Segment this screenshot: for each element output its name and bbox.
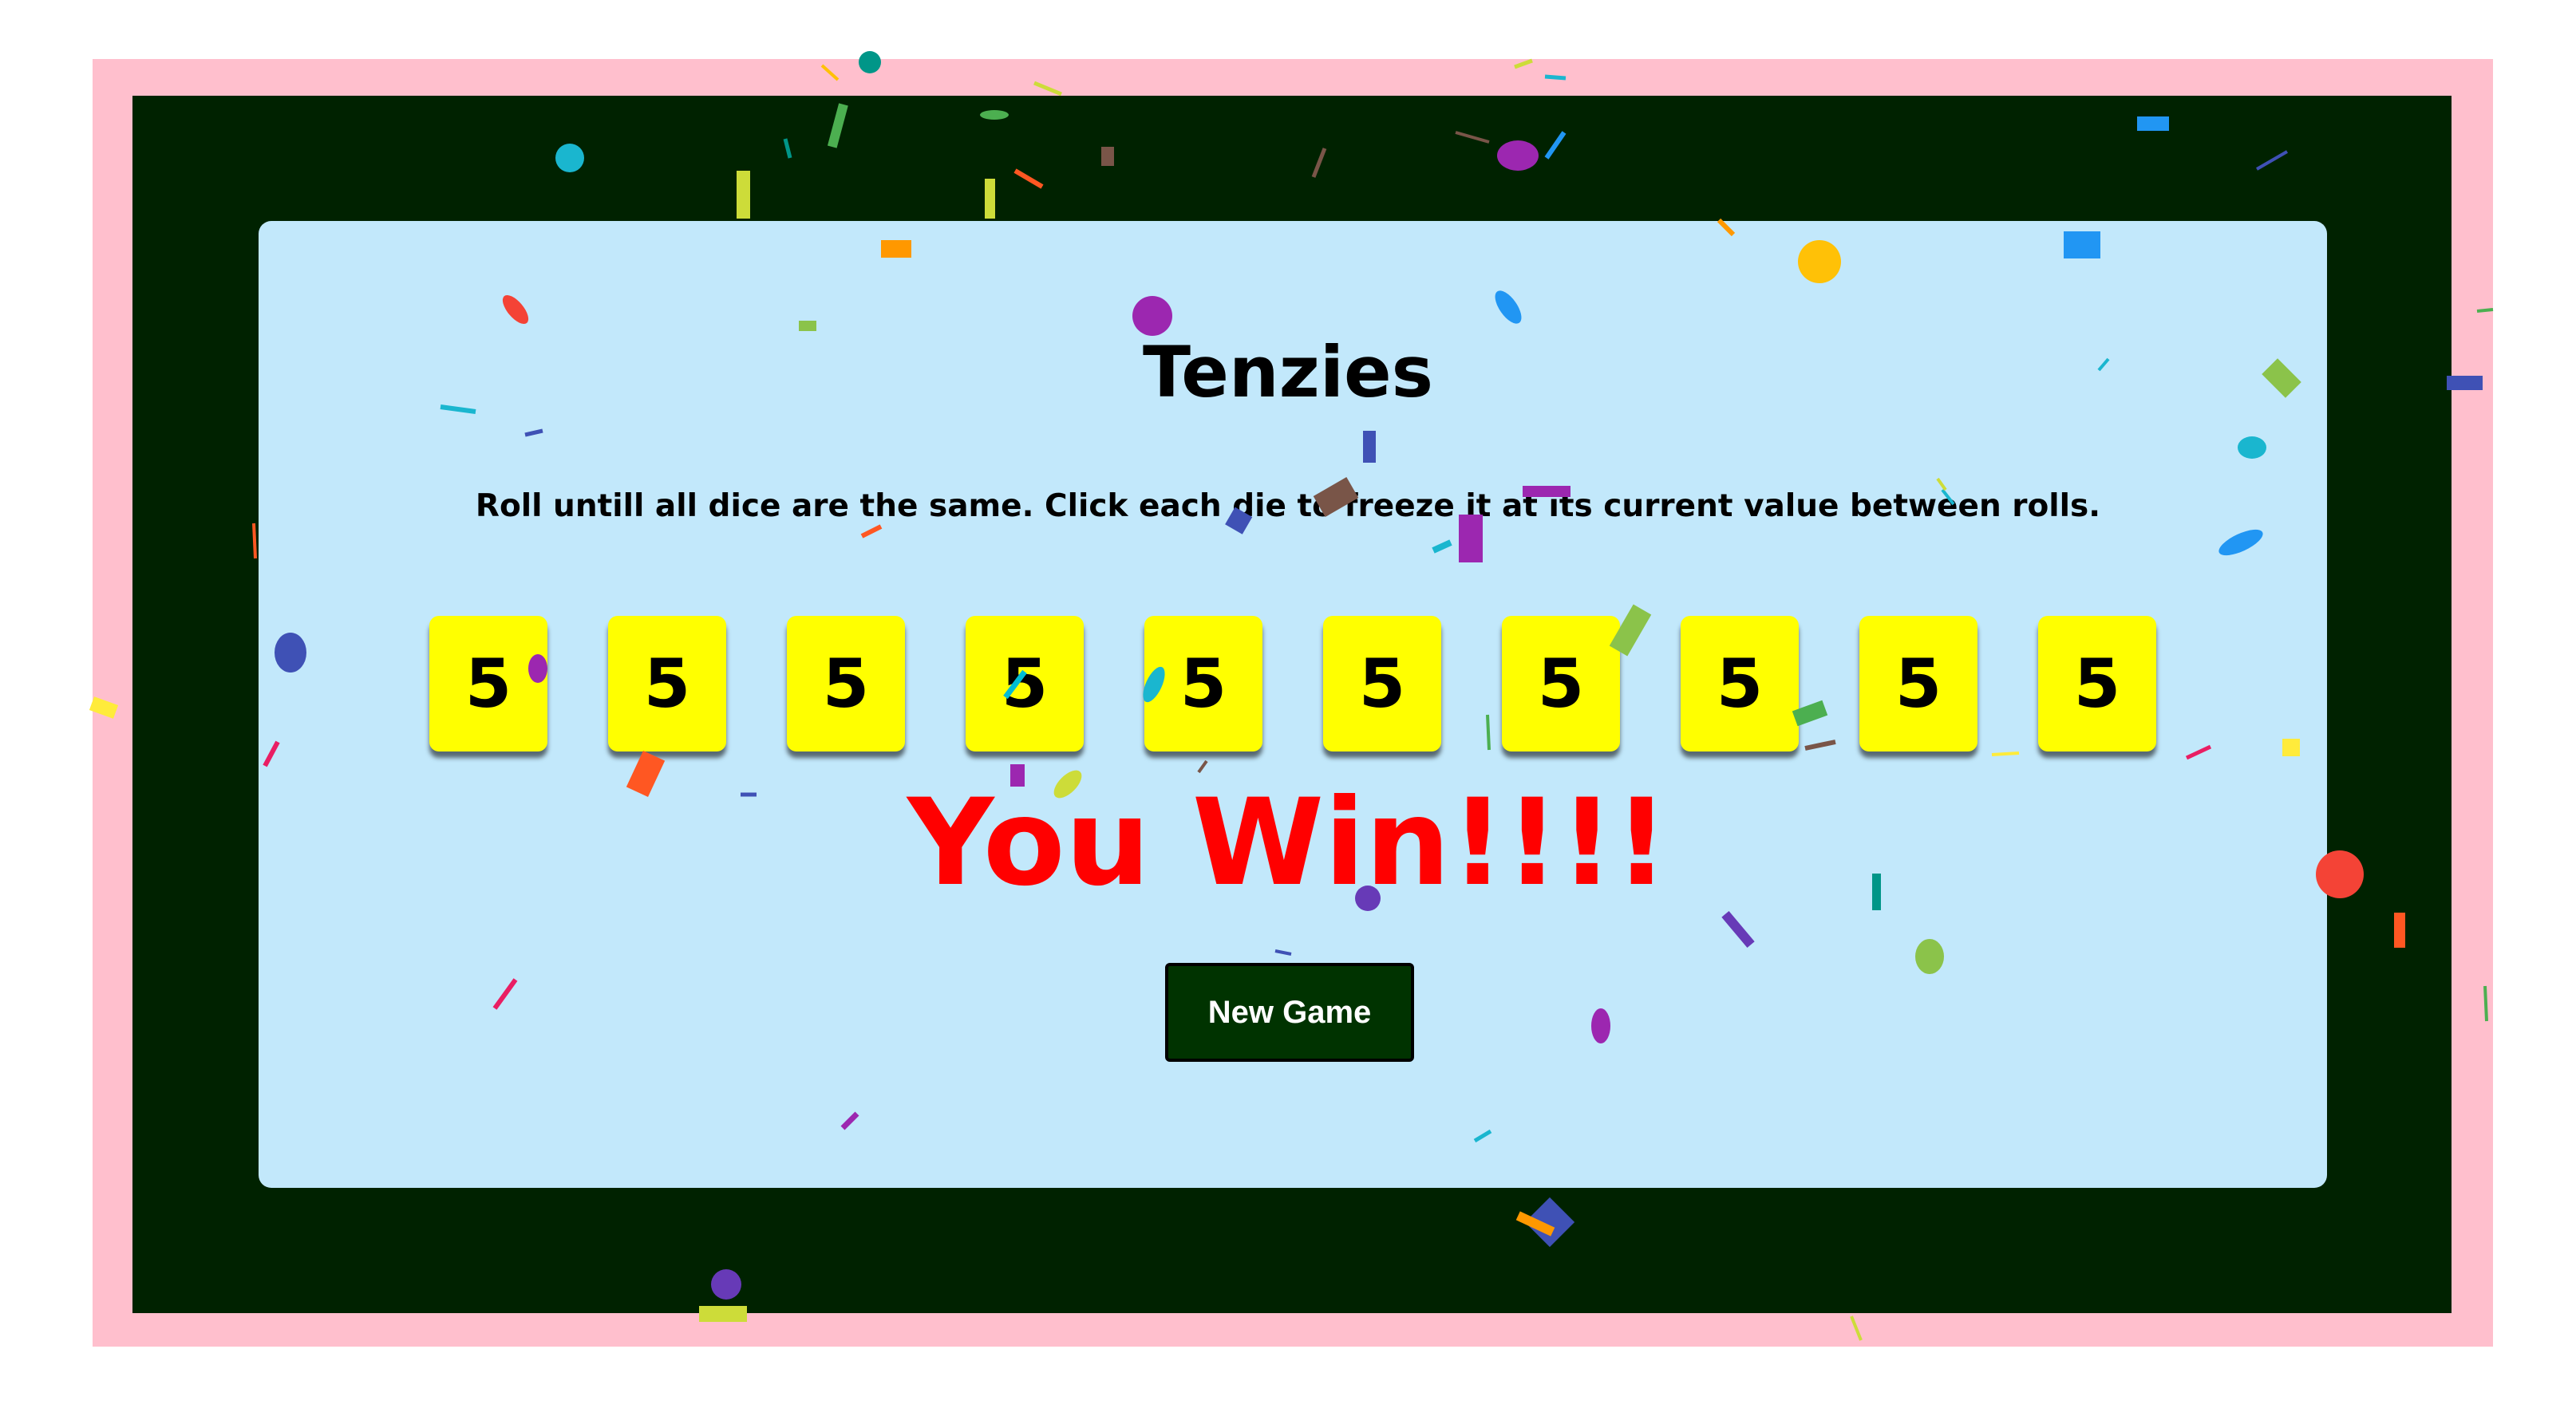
- die-7[interactable]: 5: [1502, 616, 1620, 751]
- game-stage: Tenzies Roll untill all dice are the sam…: [0, 0, 2576, 1424]
- game-title: Tenzies: [1142, 331, 1434, 413]
- die-9[interactable]: 5: [1859, 616, 1977, 751]
- win-message: You Win!!!!: [907, 774, 1669, 913]
- dice-row: 5 5 5 5 5 5 5 5 5 5: [429, 616, 2156, 755]
- new-game-button[interactable]: New Game: [1165, 963, 1414, 1062]
- die-4[interactable]: 5: [966, 616, 1084, 751]
- die-1[interactable]: 5: [429, 616, 547, 751]
- game-instructions: Roll untill all dice are the same. Click…: [475, 488, 2101, 524]
- die-5[interactable]: 5: [1144, 616, 1262, 751]
- die-2[interactable]: 5: [608, 616, 726, 751]
- die-8[interactable]: 5: [1681, 616, 1799, 751]
- die-3[interactable]: 5: [787, 616, 905, 751]
- die-10[interactable]: 5: [2038, 616, 2156, 751]
- die-6[interactable]: 5: [1323, 616, 1441, 751]
